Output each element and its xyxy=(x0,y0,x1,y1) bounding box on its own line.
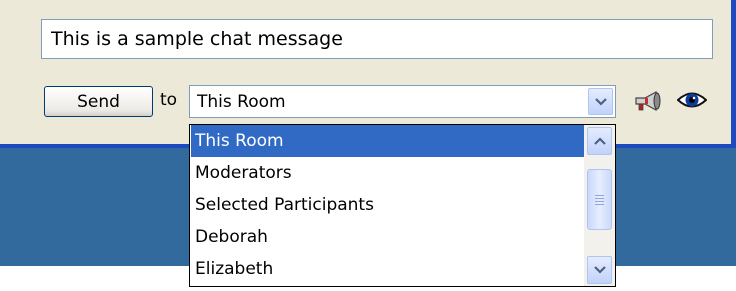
send-button[interactable]: Send xyxy=(44,86,153,117)
option-elizabeth[interactable]: Elizabeth xyxy=(191,253,584,285)
option-deborah[interactable]: Deborah xyxy=(191,221,584,253)
chevron-down-icon xyxy=(594,97,607,106)
to-label: to xyxy=(160,90,178,110)
message-input[interactable] xyxy=(41,19,713,59)
chevron-up-icon xyxy=(593,137,606,145)
megaphone-icon[interactable] xyxy=(634,89,664,117)
recipient-select[interactable]: This Room xyxy=(189,85,616,118)
thumb-grip xyxy=(595,200,604,202)
option-selected-participants[interactable]: Selected Participants xyxy=(191,189,584,221)
option-moderators[interactable]: Moderators xyxy=(191,157,584,189)
thumb-grip xyxy=(595,203,604,205)
selected-recipient: This Room xyxy=(197,92,286,112)
chevron-down-icon xyxy=(593,266,606,274)
scroll-up-button[interactable] xyxy=(587,127,612,155)
dropdown-arrow-button[interactable] xyxy=(588,88,613,115)
eye-icon[interactable] xyxy=(676,90,708,114)
scroll-thumb[interactable] xyxy=(587,169,612,230)
thumb-grip xyxy=(595,197,604,199)
window-border xyxy=(731,0,736,149)
thumb-grip xyxy=(595,194,604,196)
scroll-down-button[interactable] xyxy=(587,256,612,284)
option-this-room[interactable]: This Room xyxy=(191,125,584,157)
dropdown-scrollbar[interactable] xyxy=(584,125,615,286)
recipient-dropdown-list[interactable]: This Room Moderators Selected Participan… xyxy=(189,124,616,287)
